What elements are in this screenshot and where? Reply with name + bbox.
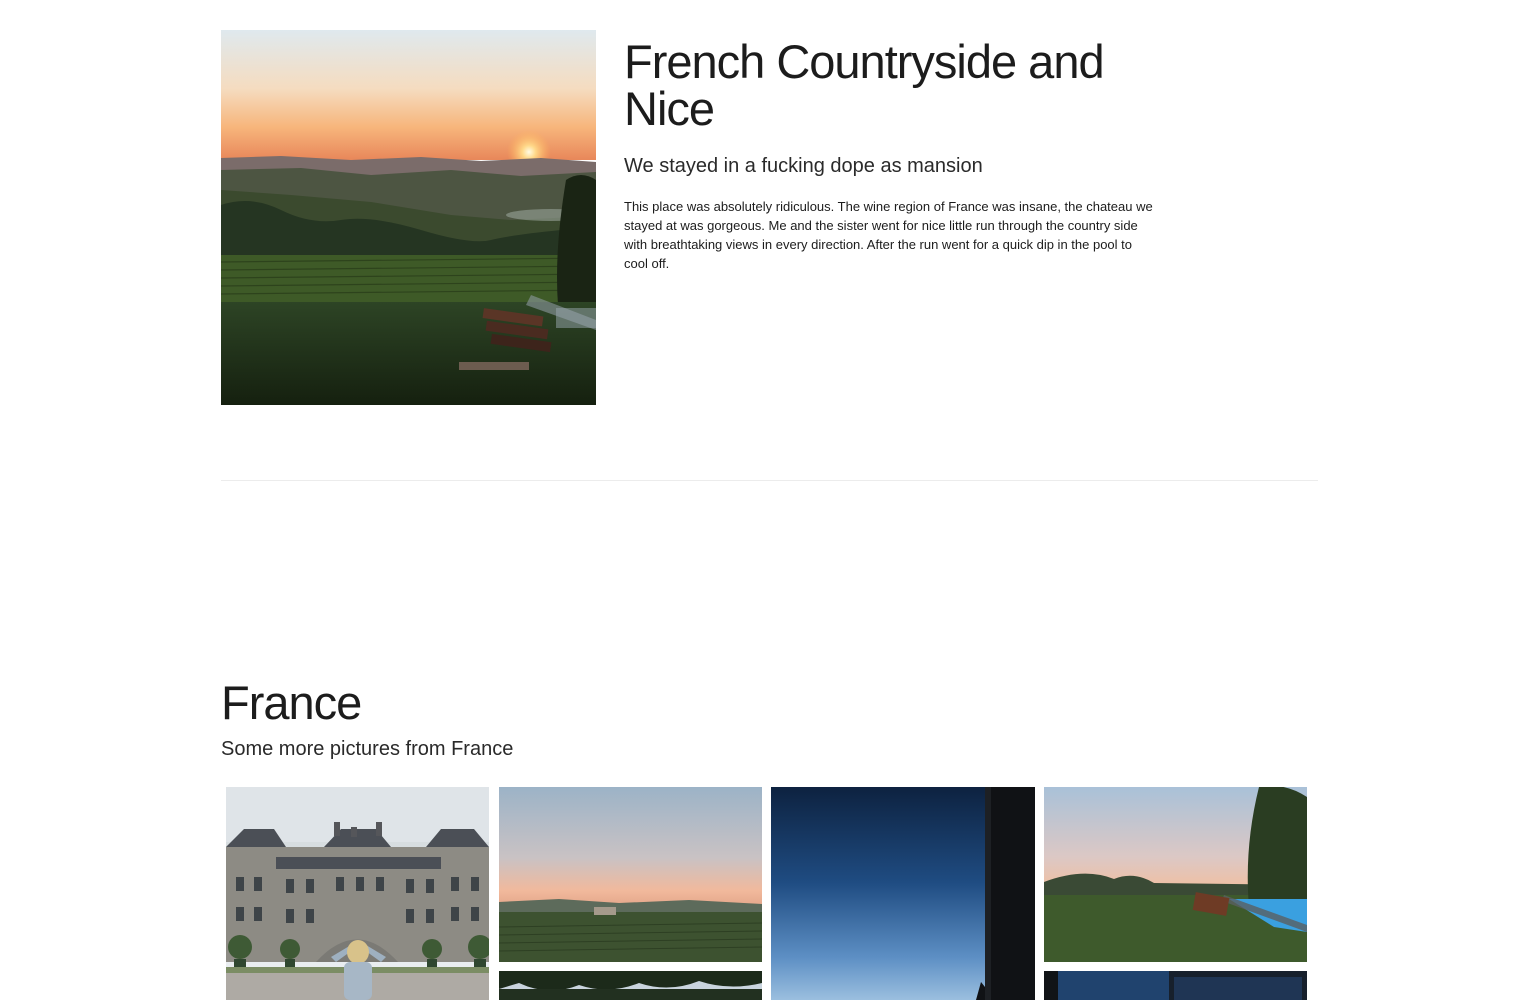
gallery-photo-window-dusk[interactable] [1044,971,1307,1000]
feature-photo-sunset-vineyard[interactable] [221,30,596,405]
gallery-title: France [221,676,362,729]
gallery-subtitle: Some more pictures from France [221,738,514,760]
feature-description: This place was absolutely ridiculous. Th… [624,199,1153,271]
feature-subtitle: We stayed in a fucking dope as mansion [624,155,983,177]
gallery-photo-chateau[interactable] [226,787,489,1000]
gallery-photo-trees[interactable] [499,971,762,1000]
gallery-photo-lawn-pool[interactable] [1044,787,1307,962]
feature-post: French Countryside and Nice We stayed in… [624,38,1164,273]
page: French Countryside and Nice We stayed in… [0,0,1540,1000]
gallery-photo-dusk-vineyard[interactable] [499,787,762,962]
section-divider [221,480,1318,481]
gallery-header: France Some more pictures from France [221,677,513,761]
gallery-photo-twilight-window[interactable] [771,787,1035,1000]
feature-title[interactable]: French Countryside and Nice [624,38,1164,132]
